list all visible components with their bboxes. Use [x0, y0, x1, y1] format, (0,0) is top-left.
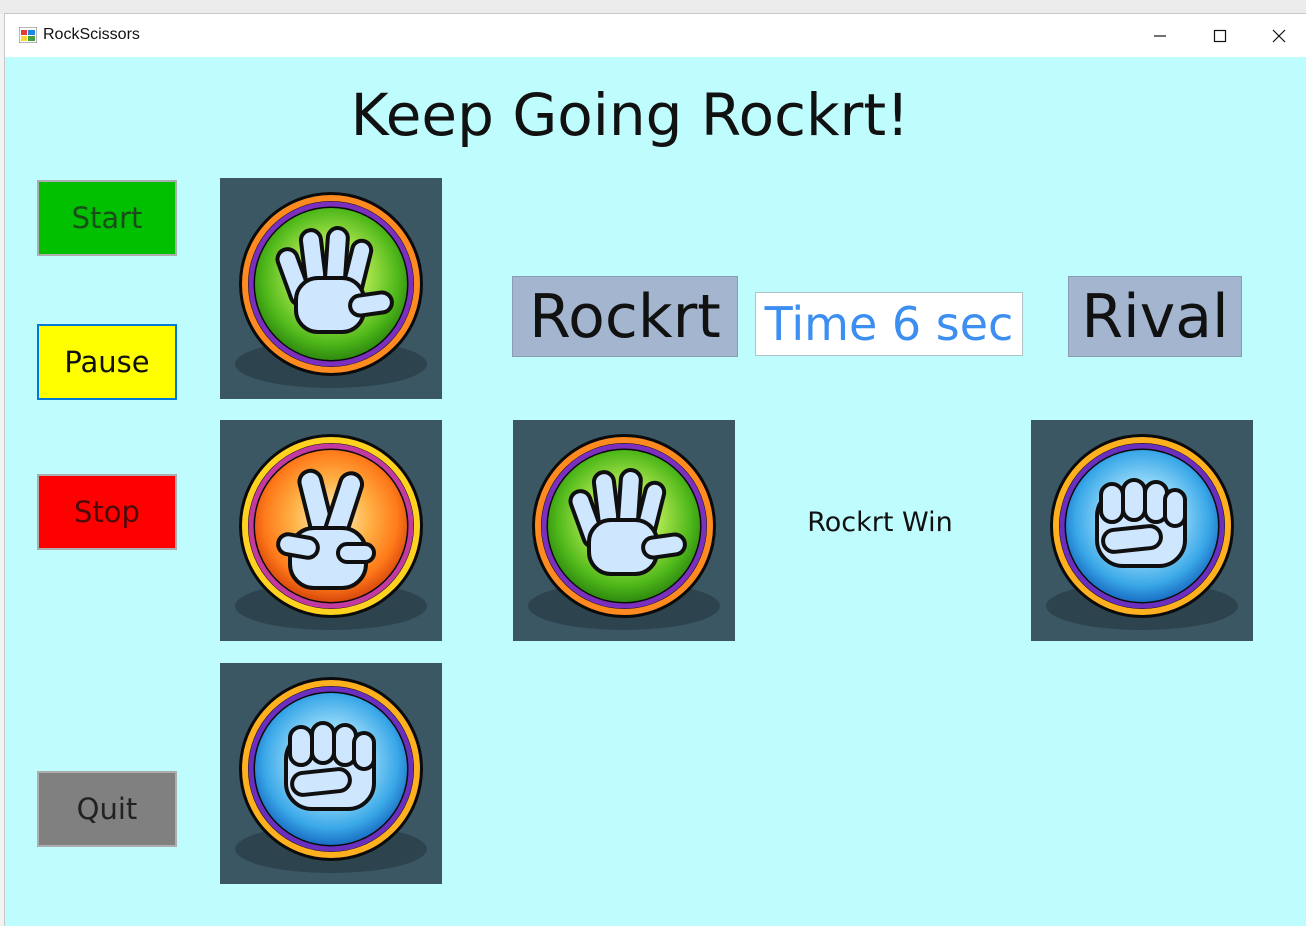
rival-choice-display [1031, 420, 1253, 641]
timer-display: Time 6 sec [755, 292, 1023, 356]
game-area: Keep Going Rockrt! Start Pause Stop Quit [5, 57, 1306, 926]
minimize-button[interactable] [1131, 14, 1189, 57]
maximize-button[interactable] [1191, 14, 1249, 57]
rival-name-label: Rival [1068, 276, 1242, 357]
choose-scissors-button[interactable] [220, 420, 442, 641]
choose-paper-button[interactable] [220, 178, 442, 399]
paper-hand-icon [235, 192, 427, 388]
stop-button[interactable]: Stop [37, 474, 177, 550]
paper-hand-icon [528, 434, 720, 630]
app-icon [19, 27, 37, 43]
round-result-label: Rockrt Win [807, 507, 953, 538]
minimize-icon [1154, 34, 1166, 37]
close-icon [1272, 29, 1286, 42]
close-button[interactable] [1250, 14, 1306, 57]
start-button[interactable]: Start [37, 180, 177, 256]
background-taskbar-strip [0, 0, 1306, 14]
player-choice-display [513, 420, 735, 641]
quit-button[interactable]: Quit [37, 771, 177, 847]
rock-fist-icon [1046, 434, 1238, 630]
choose-rock-button[interactable] [220, 663, 442, 884]
title-bar[interactable]: RockScissors [5, 14, 1306, 57]
scissors-hand-icon [235, 434, 427, 630]
app-window: RockScissors Keep Going Rockrt! Start Pa… [5, 14, 1306, 926]
page-title: Keep Going Rockrt! [350, 81, 910, 149]
maximize-icon [1213, 29, 1227, 42]
rock-fist-icon [235, 677, 427, 873]
window-title: RockScissors [43, 26, 140, 43]
player-name-label: Rockrt [512, 276, 738, 357]
pause-button[interactable]: Pause [37, 324, 177, 400]
